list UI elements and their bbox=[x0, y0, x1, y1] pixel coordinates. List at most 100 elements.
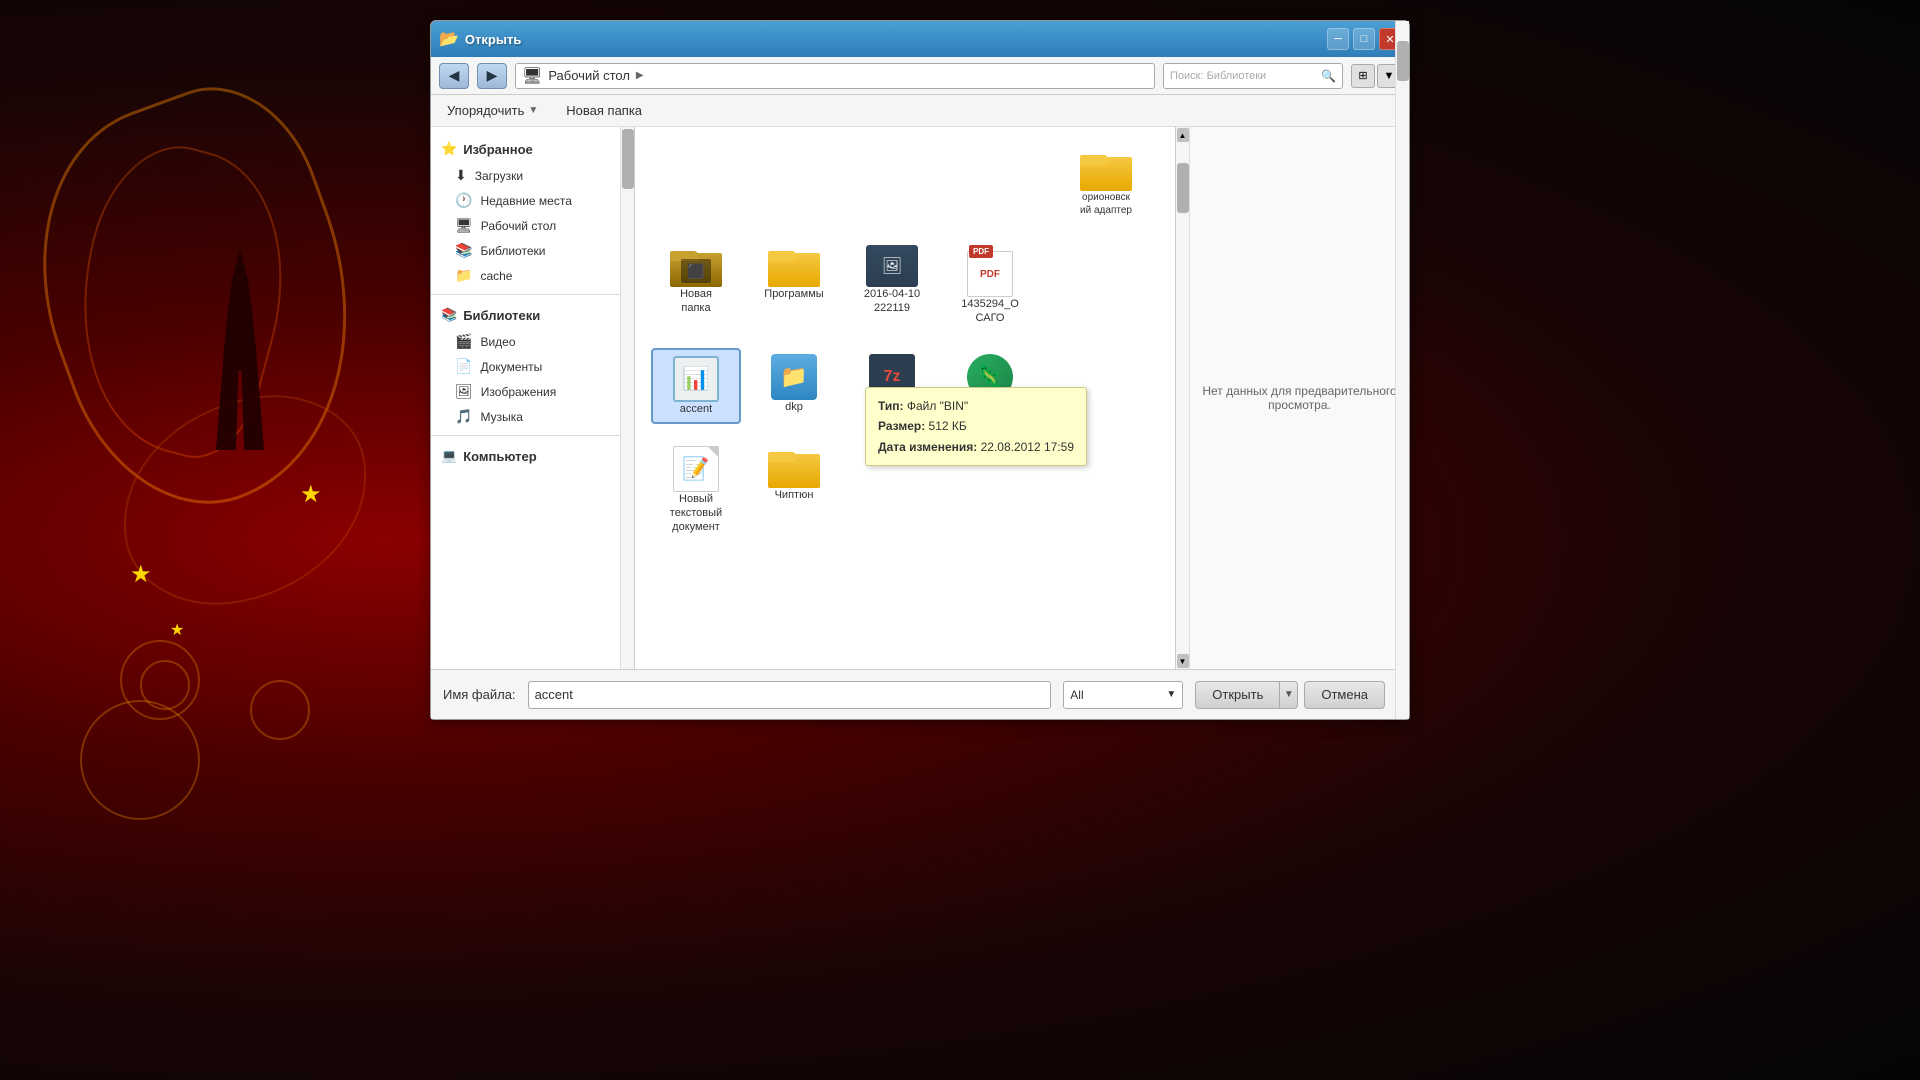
docs-label: Документы bbox=[480, 360, 542, 374]
scroll-down-btn[interactable]: ▼ bbox=[1177, 654, 1189, 668]
organize-label: Упорядочить bbox=[447, 103, 524, 118]
favorites-icon: ⭐ bbox=[441, 141, 457, 157]
music-label: Музыка bbox=[480, 410, 522, 424]
action-buttons: Открыть ▼ Отмена bbox=[1195, 681, 1397, 709]
forward-button[interactable]: ▶ bbox=[477, 63, 507, 89]
star-decoration: ★ bbox=[130, 560, 152, 589]
sidebar-item-cache[interactable]: 📁 cache bbox=[431, 263, 620, 288]
sidebar-item-video[interactable]: 🎬 Видео bbox=[431, 329, 620, 354]
minimize-button[interactable]: ─ bbox=[1327, 28, 1349, 50]
sidebar-item-libraries-fav[interactable]: 📚 Библиотеки bbox=[431, 238, 620, 263]
favorites-label: Избранное bbox=[463, 142, 533, 157]
sidebar-item-recent[interactable]: 🕐 Недавние места bbox=[431, 188, 620, 213]
desktop-label: Рабочий стол bbox=[481, 219, 556, 233]
sidebar-item-docs[interactable]: 📄 Документы bbox=[431, 354, 620, 379]
scroll-up-btn[interactable]: ▲ bbox=[1177, 128, 1189, 142]
computer-icon: 💻 bbox=[441, 448, 457, 464]
menu-bar: Упорядочить ▼ Новая папка bbox=[431, 95, 1409, 127]
left-scrollbar[interactable] bbox=[621, 127, 635, 669]
organize-menu[interactable]: Упорядочить ▼ bbox=[439, 99, 546, 122]
blue-folder-inner: 📁 bbox=[780, 364, 807, 390]
tooltip-date: Дата изменения: 22.08.2012 17:59 bbox=[878, 437, 1074, 457]
green-icon-inner: 🦎 bbox=[976, 364, 1003, 390]
folder-programmy-icon bbox=[768, 245, 820, 287]
pdf-badge: PDF bbox=[969, 245, 993, 258]
tooltip-type: Тип: Файл "BIN" bbox=[878, 396, 1074, 416]
recent-icon: 🕐 bbox=[455, 192, 472, 209]
computer-section: 💻 Компьютер bbox=[431, 442, 620, 470]
images-icon: 🖼 bbox=[455, 383, 473, 400]
title-bar-controls: ─ □ ✕ bbox=[1327, 28, 1401, 50]
file-item-programmy[interactable]: Программы bbox=[749, 239, 839, 332]
music-icon: 🎵 bbox=[455, 408, 472, 425]
circle-decoration bbox=[250, 680, 310, 740]
filename-label: Имя файла: bbox=[443, 687, 516, 702]
filename-input[interactable] bbox=[528, 681, 1052, 709]
title-bar: 📂 Открыть ─ □ ✕ bbox=[431, 21, 1409, 57]
view-buttons: ⊞ ▼ bbox=[1351, 64, 1401, 88]
file-item-chiptun[interactable]: Чиптюн bbox=[749, 440, 839, 541]
libraries-label: Библиотеки bbox=[463, 308, 540, 323]
folder-dark-inner: ⬛ bbox=[687, 263, 704, 280]
title-bar-icon: 📂 bbox=[439, 29, 459, 49]
preview-scrollbar[interactable] bbox=[1395, 127, 1409, 669]
right-scroll-thumb[interactable] bbox=[1177, 163, 1189, 213]
filetype-value: All bbox=[1070, 688, 1083, 702]
maximize-button[interactable]: □ bbox=[1353, 28, 1375, 50]
7z-label: 7z bbox=[884, 368, 901, 386]
address-icon: 🖥 bbox=[522, 66, 542, 86]
organize-arrow: ▼ bbox=[528, 105, 538, 116]
address-text: Рабочий стол bbox=[548, 68, 630, 83]
downloads-label: Загрузки bbox=[475, 169, 523, 183]
search-icon: 🔍 bbox=[1321, 69, 1336, 83]
favorites-header[interactable]: ⭐ Избранное bbox=[431, 135, 620, 163]
bin-icon-inner: 📊 bbox=[682, 366, 709, 392]
file-item-new-text-doc[interactable]: 📝 Новыйтекстовыйдокумент bbox=[651, 440, 741, 541]
file-item-dkp[interactable]: 📁 dkp bbox=[749, 348, 839, 424]
sidebar-item-downloads[interactable]: ⬇ Загрузки bbox=[431, 163, 620, 188]
back-button[interactable]: ◀ bbox=[439, 63, 469, 89]
file-item-orion-adapter[interactable]: орионовский адаптер bbox=[1061, 143, 1151, 223]
file-area[interactable]: орионовский адаптер ⬛ Новаяпапка bbox=[635, 127, 1175, 669]
star-decoration: ★ bbox=[300, 480, 322, 509]
libraries-section: 📚 Библиотеки 🎬 Видео 📄 Документы 🖼 Изобр… bbox=[431, 301, 620, 429]
file-item-new-folder-dark[interactable]: ⬛ Новаяпапка bbox=[651, 239, 741, 332]
folder-dark-icon: ⬛ bbox=[670, 245, 722, 287]
forward-icon: ▶ bbox=[487, 67, 498, 84]
search-box[interactable]: Поиск: Библиотеки 🔍 bbox=[1163, 63, 1343, 89]
open-button[interactable]: Открыть bbox=[1195, 681, 1280, 709]
video-label: Видео bbox=[480, 335, 515, 349]
file-item-accent[interactable]: 📊 accent bbox=[651, 348, 741, 424]
libraries-header[interactable]: 📚 Библиотеки bbox=[431, 301, 620, 329]
sidebar-item-music[interactable]: 🎵 Музыка bbox=[431, 404, 620, 429]
preview-no-data: Нет данных для предварительного просмотр… bbox=[1202, 384, 1397, 412]
new-folder-button[interactable]: Новая папка bbox=[558, 99, 650, 122]
programmy-label: Программы bbox=[764, 287, 823, 301]
sidebar-item-desktop[interactable]: 🖥 Рабочий стол bbox=[431, 213, 620, 238]
favorites-section: ⭐ Избранное ⬇ Загрузки 🕐 Недавние места … bbox=[431, 135, 620, 288]
cache-icon: 📁 bbox=[455, 267, 472, 284]
video-icon: 🎬 bbox=[455, 333, 472, 350]
grid-view-button[interactable]: ⊞ bbox=[1351, 64, 1375, 88]
computer-header[interactable]: 💻 Компьютер bbox=[431, 442, 620, 470]
bottom-bar: Имя файла: All ▼ Открыть ▼ Отмена bbox=[431, 669, 1409, 719]
file-item-pdf[interactable]: PDF PDF 1435294_ОСАГО bbox=[945, 239, 1035, 332]
file-item-screenshot[interactable]: 🖼 2016-04-10222119 bbox=[847, 239, 937, 332]
search-placeholder: Поиск: Библиотеки bbox=[1170, 70, 1266, 82]
cancel-button[interactable]: Отмена bbox=[1304, 681, 1385, 709]
new-folder-label: Новая папка bbox=[566, 103, 642, 118]
left-scroll-thumb[interactable] bbox=[622, 129, 634, 189]
desktop-icon: 🖥 bbox=[455, 217, 473, 234]
open-button-arrow[interactable]: ▼ bbox=[1280, 681, 1298, 709]
filetype-arrow: ▼ bbox=[1166, 689, 1176, 700]
circle-decoration bbox=[80, 700, 200, 820]
right-scrollbar[interactable]: ▲ ▼ bbox=[1175, 127, 1189, 669]
open-button-group: Открыть ▼ bbox=[1195, 681, 1298, 709]
address-bar[interactable]: 🖥 Рабочий стол ▶ bbox=[515, 63, 1155, 89]
libraries-fav-icon: 📚 bbox=[455, 242, 472, 259]
filetype-dropdown[interactable]: All ▼ bbox=[1063, 681, 1183, 709]
file-tooltip: Тип: Файл "BIN" Размер: 512 КБ Дата изме… bbox=[865, 387, 1087, 466]
title-bar-left: 📂 Открыть bbox=[439, 29, 521, 49]
libraries-fav-label: Библиотеки bbox=[480, 244, 545, 258]
sidebar-item-images[interactable]: 🖼 Изображения bbox=[431, 379, 620, 404]
